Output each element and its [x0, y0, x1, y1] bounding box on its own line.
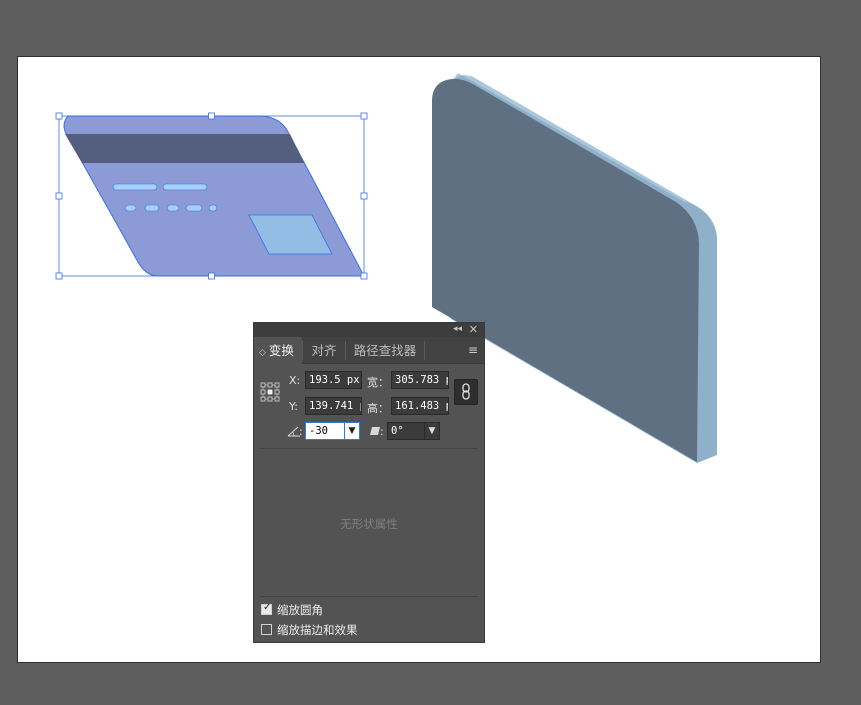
- panel-divider: [260, 596, 478, 597]
- card-dot-3: [166, 204, 180, 212]
- height-field[interactable]: 161.483 p: [391, 397, 449, 415]
- rotate-angle-dropdown[interactable]: ▼: [344, 422, 360, 440]
- x-position-field[interactable]: 193.5 px: [305, 371, 362, 389]
- scale-strokes-effects-label: 缩放描边和效果: [277, 623, 358, 637]
- card-line-1: [112, 183, 158, 191]
- tab-pathfinder-label: 路径查找器: [353, 343, 417, 358]
- tab-divider: [424, 341, 425, 360]
- handle-bottom-middle[interactable]: [208, 272, 215, 280]
- card-dot-1: [124, 204, 137, 212]
- panel-menu-icon[interactable]: ≡: [468, 343, 478, 357]
- handle-middle-left[interactable]: [55, 192, 63, 200]
- scale-strokes-effects-checkbox[interactable]: [261, 624, 272, 635]
- shear-colon: :: [380, 425, 384, 438]
- x-label: X:: [289, 374, 301, 387]
- scale-corners-label: 缩放圆角: [277, 603, 323, 617]
- transform-panel[interactable]: ◂◂ ✕ ◇ 变换 对齐 路径查找器 ≡ X: 193.5 px 宽： 305.…: [253, 322, 485, 643]
- width-field[interactable]: 305.783 p: [391, 371, 449, 389]
- panel-tabbar: ◇ 变换 对齐 路径查找器 ≡: [254, 337, 484, 364]
- tab-expand-icon: ◇: [259, 348, 266, 358]
- reference-point-icon[interactable]: [260, 382, 280, 402]
- checkmark-icon: ✓: [263, 602, 272, 613]
- tab-transform[interactable]: ◇ 变换: [254, 337, 302, 364]
- card-dot-5: [208, 204, 218, 212]
- no-shape-properties-text: 无形状属性: [340, 517, 398, 531]
- height-label: 高：: [367, 402, 389, 415]
- y-label: Y:: [289, 400, 298, 413]
- rotate-angle-field[interactable]: -30: [305, 422, 345, 440]
- shear-angle-dropdown[interactable]: ▼: [424, 422, 440, 440]
- panel-divider: [260, 448, 478, 449]
- card-dot-2: [144, 204, 160, 212]
- constrain-proportions-button[interactable]: [454, 379, 478, 405]
- panel-titlebar[interactable]: ◂◂ ✕: [254, 323, 484, 337]
- chevron-down-icon: ▼: [428, 426, 436, 436]
- handle-top-left[interactable]: [55, 112, 63, 120]
- link-chain-icon: [462, 383, 470, 400]
- tab-pathfinder[interactable]: 路径查找器: [346, 337, 424, 364]
- tab-align[interactable]: 对齐: [303, 337, 345, 364]
- handle-top-middle[interactable]: [208, 112, 215, 120]
- collapse-icon[interactable]: ◂◂: [453, 324, 462, 334]
- chevron-down-icon: ▼: [348, 426, 356, 436]
- shear-angle-field[interactable]: 0°: [387, 422, 425, 440]
- scale-corners-checkbox[interactable]: ✓: [261, 602, 272, 615]
- tab-transform-label: 变换: [268, 343, 294, 358]
- handle-top-right[interactable]: [360, 112, 368, 120]
- rotate-colon: :: [299, 425, 303, 438]
- handle-bottom-right[interactable]: [360, 272, 368, 280]
- handle-bottom-left[interactable]: [55, 272, 63, 280]
- tab-align-label: 对齐: [311, 343, 337, 358]
- width-label: 宽：: [367, 376, 389, 389]
- y-position-field[interactable]: 139.741 p: [305, 397, 362, 415]
- card-dot-4: [185, 204, 203, 212]
- handle-middle-right[interactable]: [360, 192, 368, 200]
- card-magnetic-stripe: [65, 134, 304, 163]
- card-line-2: [162, 183, 208, 191]
- credit-card-artwork[interactable]: [63, 115, 365, 277]
- close-icon[interactable]: ✕: [469, 323, 478, 336]
